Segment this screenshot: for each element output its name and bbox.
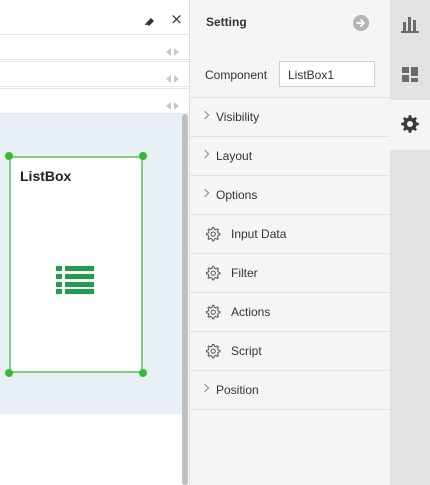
- resize-handle-bottom-left[interactable]: [5, 369, 13, 377]
- arrow-left-icon[interactable]: [166, 48, 171, 56]
- arrow-right-icon[interactable]: [174, 75, 179, 83]
- section-label: Filter: [231, 266, 258, 280]
- chevron-right-icon: [200, 110, 210, 120]
- gear-icon: [205, 265, 221, 281]
- section-input-data[interactable]: Input Data: [190, 215, 390, 254]
- component-label: Component: [205, 68, 268, 82]
- gear-icon: [205, 226, 221, 242]
- gear-icon: [205, 304, 221, 320]
- section-label: Input Data: [231, 227, 287, 241]
- row-scroll-arrows[interactable]: [166, 70, 182, 83]
- canvas-toolbar: ×: [0, 8, 190, 34]
- list-icon: [56, 266, 94, 294]
- canvas-pane: × ListBox: [0, 0, 190, 485]
- row-scroll-arrows[interactable]: [166, 97, 182, 110]
- arrow-left-icon[interactable]: [166, 102, 171, 110]
- component-row: Component ListBox1: [190, 48, 390, 98]
- section-script[interactable]: Script: [190, 332, 390, 371]
- arrow-left-icon[interactable]: [166, 75, 171, 83]
- gear-icon: [205, 343, 221, 359]
- section-label: Position: [216, 383, 259, 397]
- section-label: Options: [216, 188, 258, 202]
- chevron-right-icon: [200, 383, 210, 393]
- resize-handle-top-left[interactable]: [5, 152, 13, 160]
- section-visibility[interactable]: Visibility: [190, 98, 390, 137]
- listbox-component[interactable]: ListBox: [9, 156, 143, 373]
- section-label: Script: [231, 344, 262, 358]
- settings-header: Setting: [190, 0, 390, 48]
- dashboard-icon: [402, 67, 418, 82]
- row-scroll-arrows[interactable]: [166, 43, 182, 56]
- component-title: ListBox: [20, 168, 72, 184]
- settings-gear-icon: [401, 115, 419, 133]
- section-layout[interactable]: Layout: [190, 137, 390, 176]
- canvas-bottom: [0, 414, 182, 485]
- arrow-right-circle-icon[interactable]: [353, 15, 369, 31]
- chevron-right-icon: [200, 149, 210, 159]
- chart-icon: [401, 17, 419, 33]
- section-label: Actions: [231, 305, 271, 319]
- resize-handle-top-right[interactable]: [139, 152, 147, 160]
- icon-rail: [390, 0, 430, 485]
- arrow-right-icon[interactable]: [174, 48, 179, 56]
- eraser-icon[interactable]: [144, 15, 156, 27]
- section-position[interactable]: Position: [190, 371, 390, 410]
- section-label: Layout: [216, 149, 253, 163]
- vertical-scrollbar[interactable]: [182, 114, 188, 485]
- canvas-row: [0, 34, 190, 60]
- rail-dashboard-button[interactable]: [390, 50, 430, 100]
- arrow-right-icon[interactable]: [174, 102, 179, 110]
- settings-title: Setting: [206, 15, 247, 29]
- rail-settings-button[interactable]: [390, 100, 430, 150]
- resize-handle-bottom-right[interactable]: [139, 369, 147, 377]
- chevron-right-icon: [200, 188, 210, 198]
- section-label: Visibility: [216, 110, 260, 124]
- rail-chart-button[interactable]: [390, 0, 430, 50]
- close-icon[interactable]: ×: [170, 12, 183, 27]
- app-root: × ListBox Setting Component ListBox1 Vis…: [0, 0, 430, 485]
- section-options[interactable]: Options: [190, 176, 390, 215]
- component-name-input[interactable]: ListBox1: [279, 61, 375, 87]
- section-actions[interactable]: Actions: [190, 293, 390, 332]
- settings-panel: Setting Component ListBox1 Visibility La…: [190, 0, 390, 485]
- canvas-row: [0, 88, 190, 114]
- canvas-row: [0, 61, 190, 87]
- section-filter[interactable]: Filter: [190, 254, 390, 293]
